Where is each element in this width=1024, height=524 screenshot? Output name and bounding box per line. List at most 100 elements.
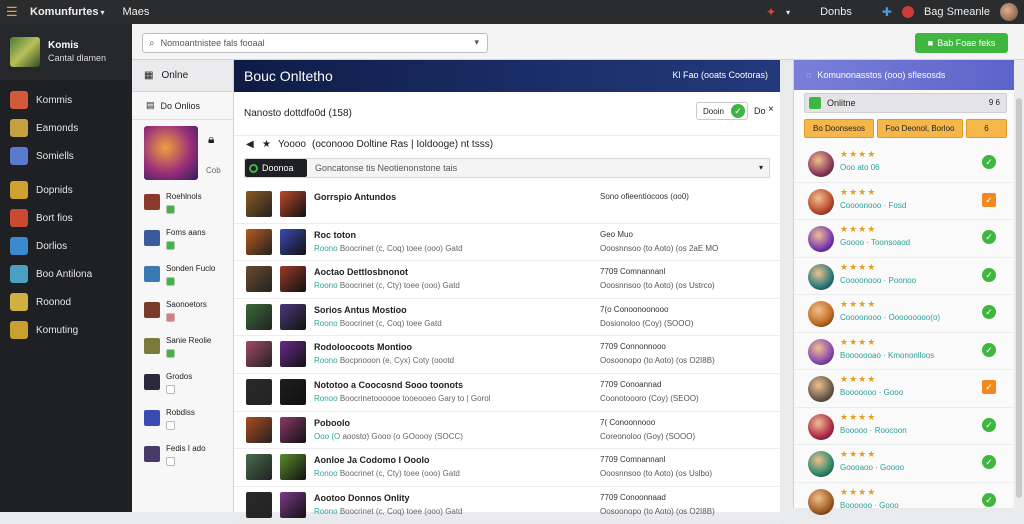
- chevron-down-icon[interactable]: ▾: [759, 163, 763, 172]
- sidebar-item[interactable]: Komuting: [0, 316, 132, 344]
- filter-button-2[interactable]: Foo Deonol, Borloo: [877, 119, 963, 138]
- scrollbar-thumb[interactable]: [1016, 98, 1022, 498]
- chevron-down-icon[interactable]: ▾: [474, 37, 479, 48]
- game-details: Boocrinet (c, Cty) toee (ooo) Gatd: [339, 281, 460, 291]
- check-icon[interactable]: ✓: [982, 342, 996, 357]
- friend-item[interactable]: ★★★★ Coooonooo · Fosd ✓: [794, 183, 1015, 220]
- star-icon: [10, 321, 28, 339]
- friend-item[interactable]: ★★★★ Boooooo · Gooo ✓: [794, 483, 1015, 520]
- list-item[interactable]: Fedis I ado: [132, 440, 233, 476]
- puzzle-icon[interactable]: ✚: [882, 5, 892, 19]
- sidebar-item[interactable]: Boo Antilona: [0, 260, 132, 288]
- game-title[interactable]: Aootoo Donnos Onlity: [314, 493, 409, 503]
- top-right-label[interactable]: Donbs: [820, 6, 852, 18]
- profile-card[interactable]: Komis Cantal dlamen: [0, 24, 132, 80]
- warning-check-icon[interactable]: ✓: [982, 380, 996, 394]
- close-icon[interactable]: ×: [768, 104, 774, 115]
- online-panel-title: Onlne: [161, 70, 189, 81]
- table-row[interactable]: Rodoloocoots Montioo Roono Bocpnooon (e,…: [234, 336, 780, 374]
- list-item[interactable]: Sonden Fuclo: [132, 260, 233, 296]
- notification-icon[interactable]: [901, 6, 914, 18]
- lock-icon[interactable]: 🔒︎: [208, 132, 214, 147]
- search-input[interactable]: ⌕ Nomoantnistee fals fooaal ▾: [142, 33, 488, 53]
- star-icon[interactable]: ★: [262, 139, 271, 150]
- friend-item[interactable]: ★★★★ Booooo · Roocoon ✓: [794, 408, 1015, 445]
- table-row[interactable]: Aonloe Ja Codomo I Ooolo Ronoo Boocrinet…: [234, 449, 780, 487]
- friend-item[interactable]: ★★★★ Booooooao · Kmononlloos ✓: [794, 333, 1015, 370]
- view-toggle[interactable]: Dooin ✓: [696, 102, 748, 120]
- scrollbar[interactable]: [1014, 60, 1024, 512]
- list-item[interactable]: Roehlnols: [132, 188, 233, 224]
- game-title[interactable]: Aonloe Ja Codomo I Ooolo: [314, 455, 430, 465]
- user-name[interactable]: Bag Smeanle: [924, 6, 990, 18]
- sidebar-item[interactable]: Dopnids: [0, 176, 132, 204]
- sidebar-item[interactable]: Kommis: [0, 86, 132, 114]
- check-icon[interactable]: ✓: [982, 230, 996, 244]
- table-row[interactable]: Sorios Antus Mostioo Roono Boocrinet (c,…: [234, 299, 780, 337]
- puzzle-icon: [10, 265, 28, 283]
- warning-check-icon[interactable]: ✓: [982, 192, 996, 207]
- game-title[interactable]: Aoctao Dettlosbnonot: [314, 267, 408, 277]
- list-item-label: Foms aans: [166, 228, 206, 237]
- breadcrumb-item[interactable]: Yoooo: [278, 139, 306, 150]
- table-row[interactable]: Nototoo a Coocosnd Sooo toonots Ronoo Bo…: [234, 374, 780, 412]
- dropdown-chevron-icon[interactable]: ▾: [100, 8, 104, 17]
- online-status-dropdown[interactable]: Onlitne 9 6: [804, 93, 1007, 113]
- game-character-icon[interactable]: ✦: [766, 5, 776, 19]
- filter-button-1[interactable]: Bo Doonsesos: [804, 119, 874, 138]
- filter-button-3[interactable]: 6: [966, 119, 1007, 138]
- check-icon[interactable]: ✓: [982, 155, 996, 169]
- hamburger-menu-icon[interactable]: ☰: [6, 4, 22, 20]
- top-bar: ☰ Komunfurtes ▾ Maes ✦ ▾ Donbs ✚ Bag Sme…: [0, 0, 1024, 24]
- sidebar-item[interactable]: Somiells: [0, 142, 132, 170]
- check-icon[interactable]: ✓: [982, 417, 996, 432]
- game-thumbnail: [144, 194, 160, 210]
- table-row[interactable]: Roc toton Roono Boocrinet (c, Coq) toee …: [234, 224, 780, 262]
- back-arrow-icon[interactable]: ◀: [246, 139, 254, 150]
- sidebar-item[interactable]: Eamonds: [0, 114, 132, 142]
- menu-label[interactable]: Maes: [122, 6, 149, 18]
- list-item[interactable]: Foms aans: [132, 224, 233, 260]
- friend-item[interactable]: ★★★★ Booooooo · Gooo ✓: [794, 370, 1015, 408]
- avatar[interactable]: [1000, 3, 1018, 21]
- friend-item[interactable]: ★★★★ Coooonooo · Ooooooooo(o) ✓: [794, 295, 1015, 333]
- friend-item[interactable]: ★★★★ Goooaoo · Goooo ✓: [794, 445, 1015, 483]
- add-button[interactable]: ■ Bab Foae feks: [915, 33, 1008, 53]
- chevron-down-icon[interactable]: ▾: [786, 8, 790, 17]
- toggle-extra-label[interactable]: Do: [754, 106, 766, 116]
- game-stats: Dosionoloo (Coy) (SOOO): [600, 318, 694, 328]
- list-item[interactable]: Grodos: [132, 368, 233, 404]
- friend-item[interactable]: ★★★★ Goooo · Toonsoaod ✓: [794, 220, 1015, 258]
- sidebar-item[interactable]: Roonod: [0, 288, 132, 316]
- game-title[interactable]: Rodoloocoots Montioo: [314, 342, 412, 352]
- main-header-info[interactable]: Kl Fao (ooats Cootoras): [672, 70, 768, 80]
- table-row[interactable]: Poboolo Ooo (O aoosto) Gooo (o GOoooy (S…: [234, 412, 780, 450]
- table-row[interactable]: Gorrspio Antundos Sono ofieentiocoos (oo…: [234, 186, 780, 224]
- game-title[interactable]: Sorios Antus Mostioo: [314, 305, 407, 315]
- game-title[interactable]: Nototoo a Coocosnd Sooo toonots: [314, 380, 463, 390]
- list-item[interactable]: Saonoetors: [132, 296, 233, 332]
- list-item[interactable]: Sanie Reolie: [132, 332, 233, 368]
- rating-stars: ★★★★: [840, 411, 877, 422]
- game-title[interactable]: Gorrspio Antundos: [314, 192, 396, 202]
- game-thumbnail: [280, 378, 306, 405]
- table-row[interactable]: Aootoo Donnos Onlity Roono Boocrinet (c,…: [234, 487, 780, 524]
- friend-item[interactable]: ★★★★ Coooonooo · Poonoo ✓: [794, 258, 1015, 295]
- table-row[interactable]: Aoctao Dettlosbnonot Roono Boocrinet (c,…: [234, 261, 780, 299]
- list-item[interactable]: Robdiss: [132, 404, 233, 440]
- section-tag[interactable]: Doonoa: [245, 159, 307, 177]
- check-icon[interactable]: ✓: [982, 492, 996, 507]
- online-filter[interactable]: ▤ Do Onlios: [132, 92, 233, 120]
- avatar: [808, 338, 834, 365]
- check-icon[interactable]: ✓: [982, 455, 996, 469]
- game-genre: Roono: [314, 356, 338, 366]
- check-icon[interactable]: ✓: [982, 305, 996, 319]
- featured-game[interactable]: 🔒︎ Cob: [132, 120, 233, 188]
- game-title[interactable]: Poboolo: [314, 418, 350, 428]
- sidebar-item[interactable]: Dorlios: [0, 232, 132, 260]
- game-title[interactable]: Roc toton: [314, 230, 356, 240]
- friend-item[interactable]: ★★★★ Ooo ato 06 ✓: [794, 145, 1015, 183]
- check-icon[interactable]: ✓: [982, 267, 996, 282]
- avatar: [808, 263, 834, 290]
- sidebar-item[interactable]: Bort fios: [0, 204, 132, 232]
